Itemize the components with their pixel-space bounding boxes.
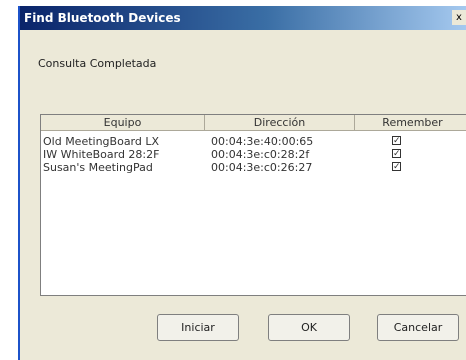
find-bluetooth-dialog: Find Bluetooth Devices x Consulta Comple… (18, 6, 466, 360)
window-title: Find Bluetooth Devices (24, 11, 181, 25)
remember-checkbox[interactable]: ✓ (392, 149, 401, 159)
title-bar[interactable]: Find Bluetooth Devices x (20, 6, 466, 30)
device-address: 00:04:3e:c0:26:27 (211, 161, 313, 174)
column-header-remember[interactable]: Remember (355, 115, 466, 131)
device-list[interactable]: Equipo Dirección Remember Old MeetingBoa… (40, 114, 466, 296)
device-row[interactable]: IW WhiteBoard 28:2F 00:04:3e:c0:28:2f ✓ (41, 148, 466, 161)
start-button[interactable]: Iniciar (157, 314, 239, 341)
remember-checkbox[interactable]: ✓ (392, 136, 401, 146)
column-header-equipo[interactable]: Equipo (41, 115, 205, 131)
device-row[interactable]: Susan's MeetingPad 00:04:3e:c0:26:27 ✓ (41, 161, 466, 174)
device-address: 00:04:3e:40:00:65 (211, 135, 314, 148)
cancel-button[interactable]: Cancelar (377, 314, 459, 341)
remember-checkbox[interactable]: ✓ (392, 162, 401, 172)
close-icon[interactable]: x (452, 10, 466, 25)
ok-button[interactable]: OK (268, 314, 350, 341)
list-header: Equipo Dirección Remember (41, 115, 466, 132)
device-name: IW WhiteBoard 28:2F (43, 148, 160, 161)
status-text: Consulta Completada (38, 57, 157, 70)
device-name: Susan's MeetingPad (43, 161, 153, 174)
device-row[interactable]: Old MeetingBoard LX 00:04:3e:40:00:65 ✓ (41, 135, 466, 148)
column-header-direccion[interactable]: Dirección (205, 115, 355, 131)
device-name: Old MeetingBoard LX (43, 135, 160, 148)
device-address: 00:04:3e:c0:28:2f (211, 148, 310, 161)
